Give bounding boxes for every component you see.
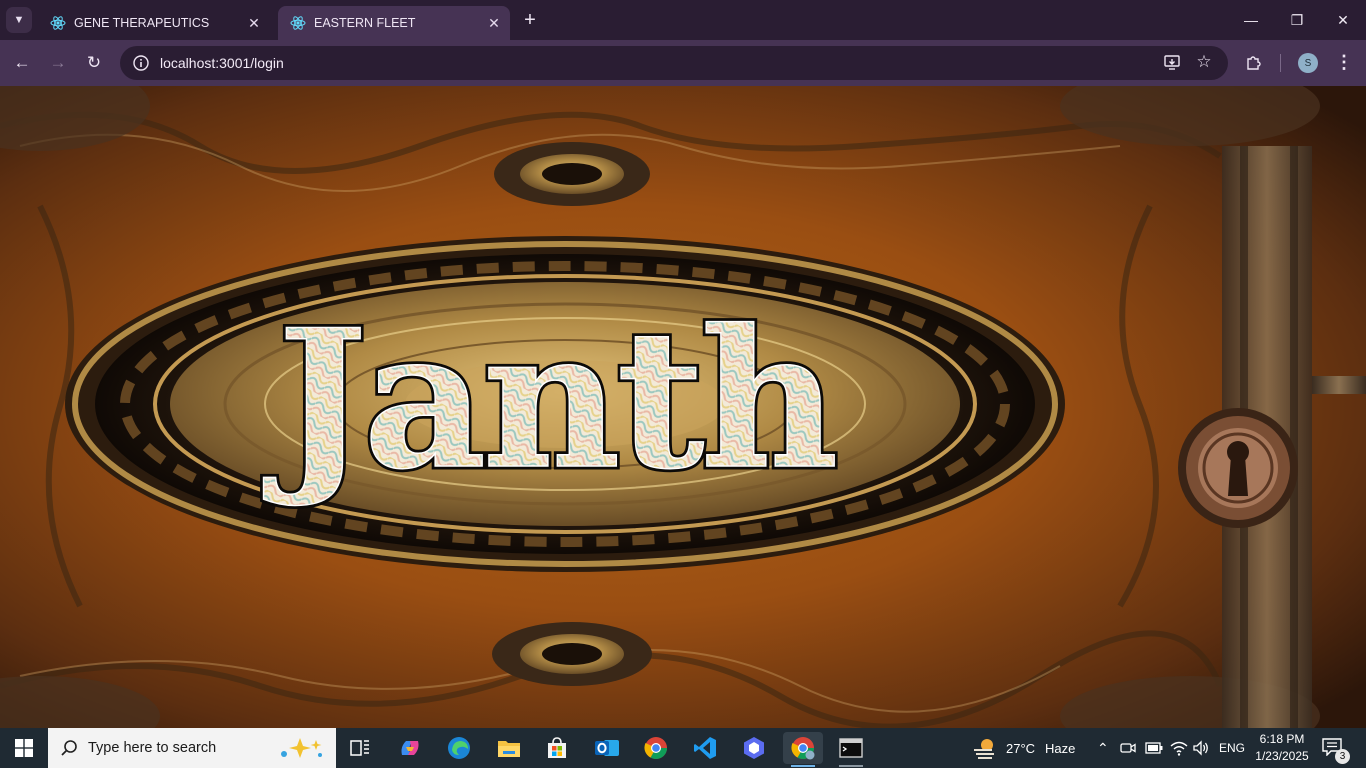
kebab-menu-icon: ⋮: [1335, 51, 1353, 72]
chrome-icon: [791, 737, 815, 760]
close-icon[interactable]: ✕: [484, 13, 504, 33]
forward-button[interactable]: →: [44, 49, 72, 77]
puzzle-icon: [1247, 56, 1261, 70]
app-button[interactable]: [734, 732, 774, 764]
arrow-right-icon: →: [49, 53, 67, 72]
install-icon: [1164, 55, 1180, 70]
address-bar[interactable]: localhost:3001/login: [120, 46, 1228, 80]
taskbar-search[interactable]: Type here to search: [48, 728, 336, 768]
restore-button[interactable]: ❐: [1274, 0, 1320, 40]
tab-gene-therapeutics[interactable]: GENE THERAPEUTICS ✕: [38, 6, 270, 40]
microsoft-store-button[interactable]: [537, 732, 577, 764]
weather-temp: 27°C: [1006, 740, 1036, 756]
toolbar-divider: [1280, 54, 1281, 72]
tab-strip: ▼ GENE THERAPEUTICS ✕ EASTERN FLEET ✕ + …: [0, 0, 1366, 40]
arrow-left-icon: ←: [13, 53, 31, 72]
bookmark-button[interactable]: ☆: [1190, 48, 1218, 76]
windows-logo-icon: [15, 739, 33, 757]
tab-title: EASTERN FLEET: [314, 16, 416, 30]
tab-title: GENE THERAPEUTICS: [74, 16, 210, 30]
copilot-icon: [401, 741, 419, 755]
hexagon-app-icon: [744, 737, 764, 759]
extensions-button[interactable]: [1240, 48, 1268, 76]
search-icon: [61, 740, 77, 756]
clock-date: 1/23/2025: [1255, 749, 1309, 763]
search-placeholder: Type here to search: [88, 740, 217, 756]
chrome-button[interactable]: [636, 732, 676, 764]
copilot-button[interactable]: [390, 732, 430, 764]
battery-indicator[interactable]: [1145, 728, 1163, 768]
chevron-down-icon: ▼: [13, 14, 25, 26]
vscode-button[interactable]: [685, 732, 725, 764]
camera-icon: [1120, 743, 1136, 753]
show-hidden-icons-button[interactable]: ⌃: [1097, 728, 1109, 768]
notification-count-badge: 3: [1335, 749, 1350, 764]
vscode-icon: [694, 737, 716, 759]
edge-button[interactable]: [439, 732, 479, 764]
start-button[interactable]: [0, 728, 48, 768]
speaker-icon: [1193, 740, 1208, 756]
weather-condition: Haze: [1045, 740, 1076, 756]
close-icon[interactable]: ✕: [244, 13, 264, 33]
weather-widget[interactable]: 27°C Haze: [972, 728, 1075, 768]
clock-time: 6:18 PM: [1259, 732, 1305, 746]
reload-icon: ↻: [86, 53, 102, 72]
chrome-icon: [644, 737, 667, 759]
outlook-button[interactable]: [587, 732, 627, 764]
close-window-button[interactable]: ✕: [1320, 0, 1366, 40]
terminal-button[interactable]: [831, 732, 871, 767]
store-icon: [548, 737, 566, 758]
chevron-up-icon: ⌃: [1097, 739, 1109, 756]
haze-weather-icon: [974, 739, 994, 759]
meet-now-button[interactable]: [1120, 728, 1136, 768]
task-view-button[interactable]: [340, 732, 380, 764]
network-indicator[interactable]: [1170, 728, 1188, 768]
browser-toolbar: ← → ↻ localhost:3001/login ☆ ⋮: [0, 40, 1366, 86]
profile-avatar[interactable]: S: [1298, 53, 1318, 73]
react-icon: [50, 16, 66, 30]
minimize-button[interactable]: —: [1228, 0, 1274, 40]
install-app-button[interactable]: [1158, 48, 1186, 76]
open-indicator: [839, 765, 863, 767]
language-label: ENG: [1219, 741, 1246, 755]
copilot-sparkle-icon: [281, 738, 322, 758]
star-icon: ☆: [1196, 52, 1212, 71]
active-indicator: [791, 765, 815, 767]
language-indicator[interactable]: ENG: [1219, 728, 1245, 768]
battery-icon: [1145, 742, 1163, 754]
login-page: Janth Janth: [0, 86, 1366, 728]
tab-eastern-fleet[interactable]: EASTERN FLEET ✕: [278, 6, 510, 40]
tab-search-button[interactable]: ▼: [6, 7, 32, 33]
chrome-profile-button[interactable]: [783, 732, 823, 767]
system-clock[interactable]: 6:18 PM 1/23/2025: [1252, 731, 1312, 765]
janth-logo: Janth Janth: [260, 285, 842, 515]
wifi-icon: [1170, 741, 1188, 756]
menu-button[interactable]: ⋮: [1330, 48, 1358, 76]
new-tab-button[interactable]: +: [518, 9, 542, 33]
terminal-icon: [839, 738, 863, 758]
folder-icon: [498, 741, 520, 757]
back-button[interactable]: ←: [8, 49, 36, 77]
task-view-icon: [350, 740, 369, 756]
edge-icon: [448, 737, 470, 759]
logo-text-outline: Janth: [263, 288, 834, 511]
notification-center-button[interactable]: 3: [1322, 738, 1350, 764]
url-text: localhost:3001/login: [160, 55, 284, 71]
reload-button[interactable]: ↻: [80, 49, 108, 77]
volume-indicator[interactable]: [1192, 728, 1210, 768]
file-explorer-button[interactable]: [489, 732, 529, 764]
react-icon: [290, 16, 306, 30]
outlook-icon: [595, 740, 619, 756]
site-info-icon[interactable]: [132, 54, 150, 72]
windows-taskbar: Type here to search 27°C Haze ⌃ ENG 6:18…: [0, 728, 1366, 768]
